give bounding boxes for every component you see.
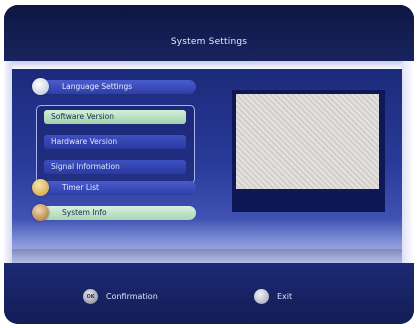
exit-label: Exit [277, 292, 293, 301]
submenu-item-software-version[interactable]: Software Version [44, 110, 186, 124]
frame-left-border [4, 61, 12, 276]
menu-item-label: Timer List [62, 183, 99, 192]
ok-icon: OK [83, 289, 98, 304]
menu-item-language-settings[interactable]: Language Settings [32, 78, 196, 95]
preview-screen [236, 94, 379, 189]
tv-screen: System Settings Language Settings Softwa… [4, 5, 414, 324]
footer-bar [4, 263, 414, 324]
menu-item-label: System Info [62, 208, 107, 217]
page-title: System Settings [170, 37, 248, 47]
frame-top-border [4, 61, 414, 69]
menu-item-timer-list[interactable]: Timer List [32, 179, 196, 196]
header-bar: System Settings [4, 5, 414, 69]
submenu-item-signal-information[interactable]: Signal Information [44, 160, 186, 174]
confirmation-button[interactable]: OK Confirmation [83, 289, 158, 304]
submenu-panel: Software Version Hardware Version Signal… [36, 105, 195, 184]
menu-item-label: Language Settings [62, 82, 133, 91]
exit-button[interactable]: Exit [254, 289, 292, 304]
language-icon [32, 78, 49, 95]
exit-icon [254, 289, 269, 304]
submenu-item-hardware-version[interactable]: Hardware Version [44, 135, 186, 149]
info-icon [32, 204, 49, 221]
frame-right-border [402, 61, 414, 276]
timer-icon [32, 179, 49, 196]
confirmation-label: Confirmation [106, 292, 158, 301]
menu-item-system-info[interactable]: System Info [32, 204, 196, 221]
